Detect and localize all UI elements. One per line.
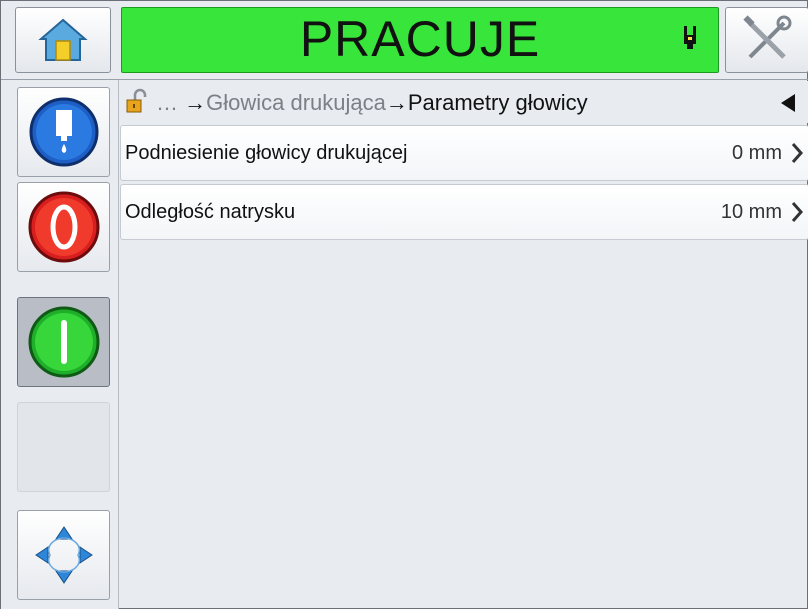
breadcrumb-arrow: → (184, 90, 207, 115)
sidebar (1, 80, 119, 609)
breadcrumb-arrow: → (385, 90, 408, 115)
breadcrumb-current: Parametry głowicy (407, 90, 588, 115)
start-icon (28, 306, 99, 378)
home-icon (38, 18, 88, 61)
unlock-icon[interactable] (126, 88, 148, 114)
stop-icon (28, 191, 99, 263)
parameter-list: Podniesienie głowicy drukującej 0 mm Odl… (120, 125, 808, 243)
back-arrow-icon[interactable] (781, 94, 795, 112)
stop-button[interactable] (17, 182, 110, 272)
ink-button[interactable] (17, 87, 110, 177)
status-text: PRACUJE (299, 11, 541, 67)
list-item[interactable]: Odległość natrysku 10 mm (120, 184, 808, 240)
breadcrumb-path: … →Głowica drukująca→Parametry głowicy (156, 90, 588, 116)
start-button[interactable] (17, 297, 110, 387)
breadcrumb: … →Głowica drukująca→Parametry głowicy (120, 81, 808, 123)
navigation-button[interactable] (17, 510, 110, 600)
empty-slot (17, 402, 110, 492)
header-divider (1, 79, 808, 80)
ink-icon (29, 97, 98, 167)
row-label: Odległość natrysku (125, 201, 296, 223)
home-button[interactable] (15, 7, 111, 73)
list-item[interactable]: Podniesienie głowicy drukującej 0 mm (120, 125, 808, 181)
tools-button[interactable] (725, 7, 808, 73)
row-value: 0 mm (732, 142, 782, 164)
breadcrumb-ellipsis[interactable]: … (156, 90, 178, 115)
chevron-right-icon (791, 202, 804, 222)
row-value: 10 mm (720, 201, 782, 223)
app-frame: PRACUJE … →Głowica drukująca→Parametry g… (0, 0, 808, 609)
chevron-right-icon (791, 143, 804, 163)
row-label: Podniesienie głowicy drukującej (125, 142, 408, 164)
tools-icon (743, 15, 792, 59)
status-bar: PRACUJE (121, 7, 719, 73)
printhead-icon (684, 26, 696, 49)
navigation-icon (34, 526, 93, 584)
breadcrumb-parent[interactable]: Głowica drukująca (206, 90, 386, 115)
